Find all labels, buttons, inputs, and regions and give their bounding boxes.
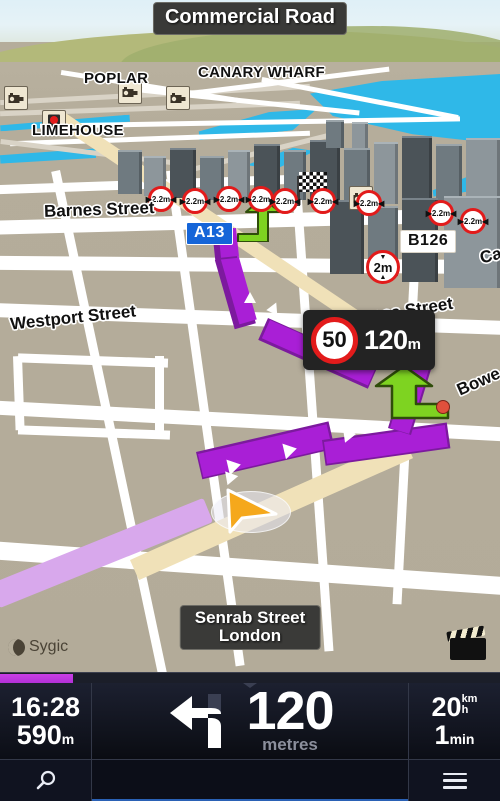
- speed-camera-icon[interactable]: [166, 86, 190, 110]
- street-label-barnes-street: Barnes Street: [43, 198, 155, 221]
- toolbar-spacer: [92, 760, 408, 801]
- maneuver-distance-value: 120: [246, 681, 334, 742]
- magnifier-icon: [36, 770, 55, 789]
- width-restriction-sign[interactable]: ▶2.2m◀: [180, 188, 210, 214]
- turn-left-icon: [170, 694, 222, 748]
- width-restriction-sign[interactable]: ▶2.2m◀: [458, 208, 488, 234]
- brand-name: Sygic: [29, 638, 69, 655]
- remaining-distance-value: 590: [16, 719, 62, 750]
- speed-unit-bottom: h: [461, 703, 469, 716]
- clapperboard-body-icon: [450, 638, 486, 660]
- height-restriction-sign[interactable]: ▼ 2m ▲: [366, 250, 400, 284]
- current-city-name: London: [218, 625, 282, 645]
- restriction-value: 2.2m: [431, 208, 451, 218]
- map-view[interactable]: ▶2.2m◀ ▶2.2m◀ ▶2.2m◀ ▶2.2m◀ ▶2.2m◀ ▶2.2m…: [0, 0, 500, 672]
- restriction-value: 2.2m: [251, 194, 271, 204]
- maneuver-distance-block: 120 metres: [246, 681, 334, 755]
- speed-value: 20: [431, 691, 462, 722]
- district-label-canary-wharf: CANARY WHARF: [198, 64, 325, 81]
- district-label-poplar: POPLAR: [84, 70, 149, 87]
- distance-unit: m: [407, 335, 421, 353]
- route-chevron: [343, 427, 357, 443]
- position-arrow-icon: [226, 488, 278, 534]
- speed-camera-icon[interactable]: [4, 86, 28, 110]
- maneuver-panel[interactable]: 120 metres: [92, 683, 408, 759]
- navigation-bottom-bar: 16:28 590m 120 metres 20 km h 1min: [0, 672, 500, 801]
- route-chevron: [244, 292, 256, 303]
- panel-notch: [243, 683, 257, 688]
- current-street-label: Senrab Street London: [179, 605, 321, 650]
- width-restriction-sign[interactable]: ▶2.2m◀: [308, 188, 338, 214]
- menu-button[interactable]: [408, 760, 500, 801]
- remaining-distance: 590m: [16, 719, 75, 750]
- maneuver-arrow-next: [374, 364, 450, 420]
- dashcam-button[interactable]: [446, 625, 488, 660]
- current-speed: 20 km h: [431, 691, 478, 722]
- width-restriction-sign[interactable]: ▶2.2m◀: [214, 186, 244, 212]
- remaining-time-value: 1: [434, 719, 450, 750]
- street-label-ca: Ca: [477, 243, 500, 268]
- width-restriction-sign[interactable]: ▶2.2m◀: [270, 188, 300, 214]
- restriction-value: 2m: [373, 259, 393, 275]
- building: [402, 136, 432, 206]
- search-button[interactable]: [0, 760, 92, 801]
- road-shield-a13[interactable]: A13: [186, 222, 233, 245]
- next-maneuver-distance: 120m: [364, 324, 421, 356]
- district-label-limehouse: LIMEHOUSE: [32, 122, 124, 139]
- restriction-value: 2.2m: [185, 196, 205, 206]
- maneuver-distance-unit: metres: [262, 734, 318, 754]
- hamburger-menu-icon: [442, 772, 467, 789]
- width-restriction-sign[interactable]: ▶2.2m◀: [354, 190, 384, 216]
- nav-toolbar-row: [0, 759, 500, 801]
- width-restriction-sign[interactable]: ▶2.2m◀: [426, 200, 456, 226]
- moon-icon: [8, 638, 25, 656]
- restriction-value: 2.2m: [219, 194, 239, 204]
- eta-panel[interactable]: 16:28 590m: [0, 683, 92, 759]
- sygic-logo: Sygic: [8, 638, 68, 656]
- current-street-name: Senrab Street: [194, 608, 306, 628]
- remaining-time: 1min: [434, 719, 475, 750]
- nav-info-row: 16:28 590m 120 metres 20 km h 1min: [0, 683, 500, 759]
- arrow-down-glyph: ▲: [379, 273, 387, 281]
- remaining-distance-unit: m: [61, 730, 75, 747]
- restriction-value: 2.2m: [359, 198, 379, 208]
- speed-limit-sign: 50: [311, 316, 358, 364]
- next-street-label: Commercial Road: [152, 2, 348, 35]
- route-waypoint-dot: [436, 400, 450, 414]
- map-road: [155, 356, 164, 432]
- navigation-app-screen: ▶2.2m◀ ▶2.2m◀ ▶2.2m◀ ▶2.2m◀ ▶2.2m◀ ▶2.2m…: [0, 0, 500, 801]
- eta-time: 16:28: [10, 691, 81, 722]
- restriction-value: 2.2m: [275, 196, 295, 206]
- restriction-value: 2.2m: [463, 216, 483, 226]
- building: [118, 150, 142, 194]
- speed-unit-top: km: [461, 692, 478, 705]
- building: [352, 122, 368, 148]
- remaining-time-unit: min: [449, 730, 475, 747]
- restriction-value: 2.2m: [313, 196, 333, 206]
- building: [326, 120, 344, 148]
- distance-value: 120: [364, 324, 408, 355]
- speed-time-panel[interactable]: 20 km h 1min: [408, 683, 500, 759]
- speed-limit-panel[interactable]: 50 120m: [303, 310, 435, 370]
- road-shield-b126[interactable]: B126: [400, 230, 457, 253]
